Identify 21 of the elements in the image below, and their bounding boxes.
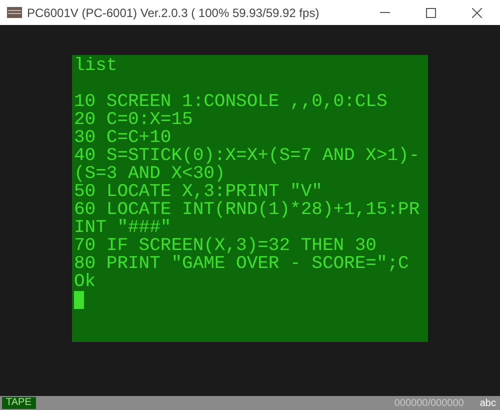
code-line: 60 LOCATE INT(RND(1)*28)+1,15:PR — [74, 201, 421, 219]
code-line: INT "###" — [74, 219, 172, 237]
code-line: 30 C=C+10 — [74, 129, 172, 147]
close-icon — [472, 8, 482, 18]
tape-indicator: TAPE — [2, 397, 36, 409]
minimize-icon — [380, 12, 390, 13]
code-line: 50 LOCATE X,3:PRINT "V" — [74, 183, 322, 201]
code-line: 80 PRINT "GAME OVER - SCORE=";C — [74, 255, 410, 273]
tape-counter: 000000/000000 — [394, 396, 464, 410]
app-icon — [7, 7, 22, 18]
command-line: list — [74, 57, 118, 75]
code-line: 20 C=0:X=15 — [74, 111, 194, 129]
input-mode: abc — [480, 396, 496, 410]
code-line: 10 SCREEN 1:CONSOLE ,,0,0:CLS — [74, 93, 388, 111]
code-line: (S=3 AND X<30) — [74, 165, 226, 183]
window-title: PC6001V (PC-6001) Ver.2.0.3 ( 100% 59.93/59.92 fps) — [27, 4, 320, 22]
maximize-icon — [426, 8, 436, 18]
prompt-text: Ok — [74, 273, 97, 291]
cursor-icon — [74, 291, 84, 309]
code-line: 70 IF SCREEN(X,3)=32 THEN 30 — [74, 237, 376, 255]
code-line: 40 S=STICK(0):X=X+(S=7 AND X>1)- — [74, 147, 421, 165]
